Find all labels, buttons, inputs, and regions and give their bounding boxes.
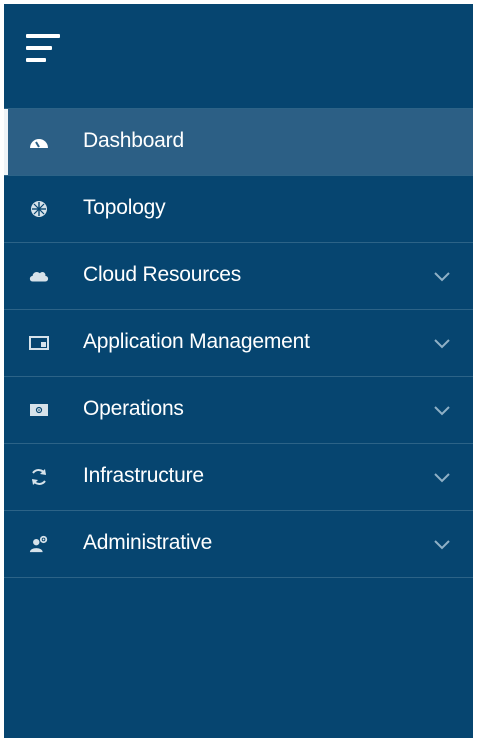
chevron-down-icon[interactable] <box>433 538 451 550</box>
sidebar-item-application-management[interactable]: Application Management <box>4 310 473 377</box>
hamburger-menu-icon[interactable] <box>26 32 64 70</box>
sidebar-item-label: Infrastructure <box>83 463 204 487</box>
chevron-down-icon[interactable] <box>433 404 451 416</box>
topology-globe-icon <box>29 199 49 219</box>
sidebar-nav: Dashboard Topology Cloud Resources Appli… <box>4 109 473 578</box>
sidebar-item-label: Topology <box>83 195 166 219</box>
chevron-down-icon[interactable] <box>433 337 451 349</box>
sidebar-item-label: Operations <box>83 396 184 420</box>
sidebar-header <box>4 4 473 109</box>
sidebar-item-operations[interactable]: Operations <box>4 377 473 444</box>
chevron-down-icon[interactable] <box>433 471 451 483</box>
sidebar-item-label: Dashboard <box>83 128 184 152</box>
admin-user-gear-icon <box>29 534 49 554</box>
dashboard-gauge-icon <box>29 132 49 152</box>
sidebar-item-topology[interactable]: Topology <box>4 176 473 243</box>
application-window-icon <box>29 333 49 353</box>
operations-panel-icon <box>29 400 49 420</box>
refresh-cycle-icon <box>29 467 49 487</box>
sidebar: Dashboard Topology Cloud Resources Appli… <box>4 4 473 738</box>
sidebar-item-administrative[interactable]: Administrative <box>4 511 473 578</box>
sidebar-item-label: Application Management <box>83 329 310 353</box>
sidebar-item-dashboard[interactable]: Dashboard <box>4 109 473 176</box>
sidebar-item-cloud-resources[interactable]: Cloud Resources <box>4 243 473 310</box>
sidebar-item-infrastructure[interactable]: Infrastructure <box>4 444 473 511</box>
cloud-icon <box>29 266 49 286</box>
sidebar-item-label: Administrative <box>83 530 213 554</box>
chevron-down-icon[interactable] <box>433 270 451 282</box>
sidebar-item-label: Cloud Resources <box>83 262 242 286</box>
